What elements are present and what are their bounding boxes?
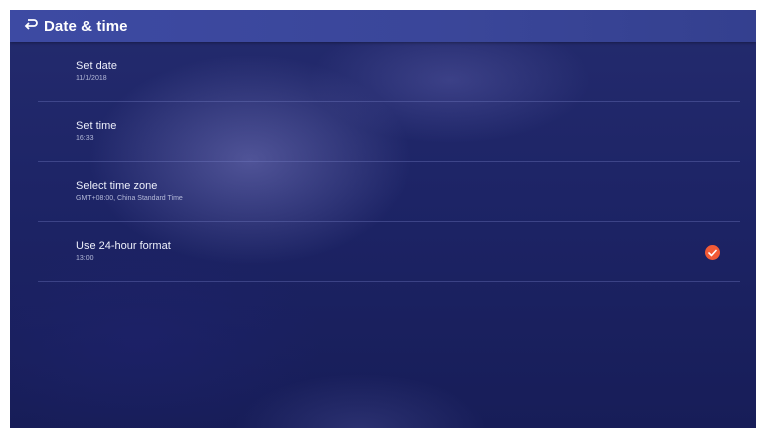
setting-set-time[interactable]: Set time 16:33 [38,102,740,162]
back-arrow-icon [24,17,38,35]
setting-title: Use 24-hour format [76,240,171,252]
setting-value: GMT+08:00, China Standard Time [76,195,183,202]
back-button[interactable] [20,10,42,42]
setting-value: 16:33 [76,135,94,142]
settings-list: Set date 11/1/2018 Set time 16:33 Select… [38,42,740,282]
setting-value: 13:00 [76,255,94,262]
setting-select-time-zone[interactable]: Select time zone GMT+08:00, China Standa… [38,162,740,222]
checkmark-icon[interactable] [705,245,720,260]
screen: Date & time Set date 11/1/2018 Set time … [10,10,756,428]
setting-value: 11/1/2018 [76,75,107,82]
setting-title: Set time [76,120,117,132]
setting-set-date[interactable]: Set date 11/1/2018 [38,42,740,102]
page-title: Date & time [44,17,128,35]
app-bar: Date & time [10,10,756,42]
setting-title: Set date [76,60,117,72]
setting-title: Select time zone [76,180,158,192]
setting-use-24-hour-format[interactable]: Use 24-hour format 13:00 [38,222,740,282]
